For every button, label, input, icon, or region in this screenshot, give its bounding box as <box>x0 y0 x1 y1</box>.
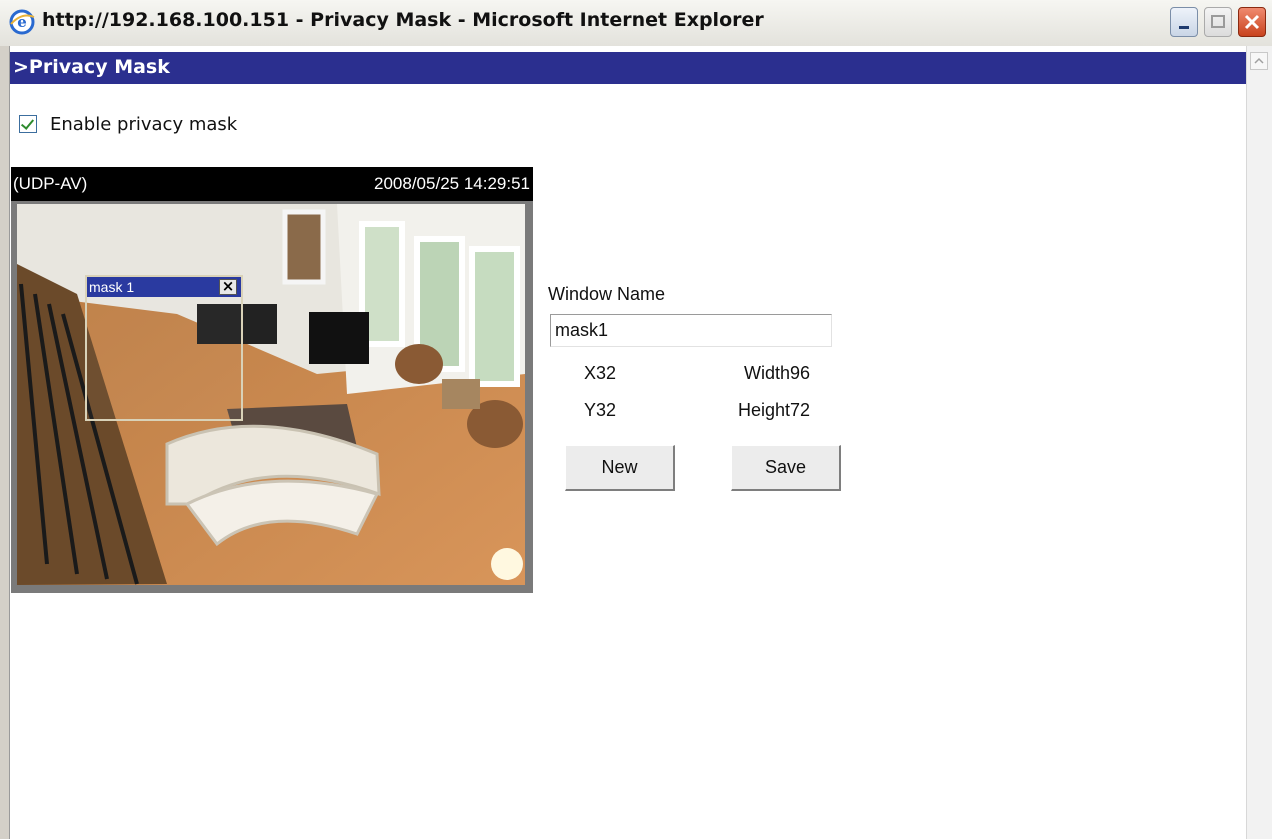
stream-label: (UDP-AV) <box>13 174 88 193</box>
close-icon <box>1244 14 1260 30</box>
minimize-icon <box>1179 26 1189 29</box>
vertical-scrollbar[interactable] <box>1246 46 1272 839</box>
page-header: >Privacy Mask <box>10 52 1246 84</box>
ie-icon: e <box>9 9 35 35</box>
maximize-button[interactable] <box>1204 7 1232 37</box>
mask-close-button[interactable]: × <box>219 279 237 295</box>
checkmark-icon <box>20 116 35 130</box>
new-button[interactable]: New <box>565 445 675 491</box>
mask-title: mask 1 <box>87 277 241 297</box>
minimize-button[interactable] <box>1170 7 1198 37</box>
window-name-label: Window Name <box>548 284 666 304</box>
enable-privacy-mask-checkbox[interactable] <box>19 115 37 133</box>
video-timestamp: 2008/05/25 14:29:51 <box>374 174 530 193</box>
y-value: Y32 <box>584 400 617 420</box>
window-name-input[interactable] <box>550 314 832 347</box>
window-left-border <box>0 46 10 839</box>
scroll-up-button[interactable] <box>1250 52 1268 70</box>
privacy-mask-window[interactable]: mask 1 × <box>85 275 243 421</box>
close-window-button[interactable] <box>1238 7 1266 37</box>
video-viewer: (UDP-AV) 2008/05/25 14:29:51 mask 1 × <box>11 167 533 593</box>
width-value: Width96 <box>744 363 811 383</box>
close-icon: × <box>221 277 235 295</box>
page-content: >Privacy Mask Enable privacy mask (UDP-A… <box>10 46 1246 839</box>
window-title: http://192.168.100.151 - Privacy Mask - … <box>42 9 764 31</box>
video-status-bar: (UDP-AV) 2008/05/25 14:29:51 <box>11 167 533 201</box>
height-value: Height72 <box>738 400 811 420</box>
x-value: X32 <box>584 363 617 383</box>
camera-image[interactable]: mask 1 × <box>17 204 525 585</box>
chevron-up-icon <box>1254 57 1264 64</box>
enable-privacy-mask-label: Enable privacy mask <box>50 114 238 135</box>
save-button[interactable]: Save <box>731 445 841 491</box>
maximize-icon <box>1211 15 1225 28</box>
window-titlebar: e http://192.168.100.151 - Privacy Mask … <box>0 0 1272 47</box>
